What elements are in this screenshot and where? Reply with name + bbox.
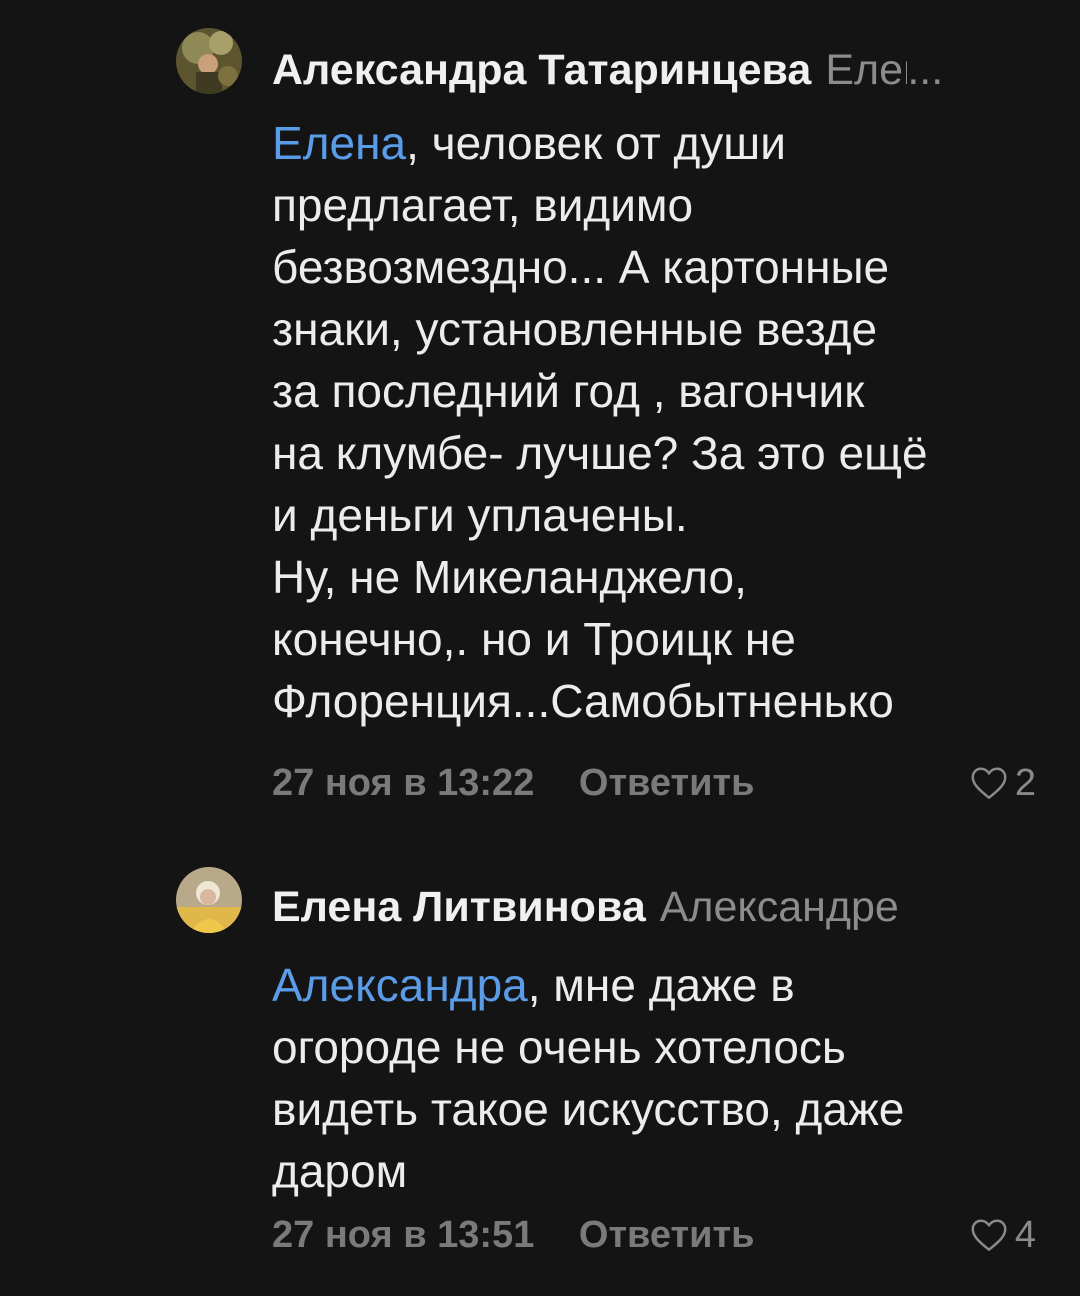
comment-line: и деньги уплачены. [272,489,688,541]
comment-line: предлагает, видимо [272,179,694,231]
reply-to-name[interactable]: Елена [825,45,907,95]
comment-text: Александра, мне даже в огороде не очень … [272,954,1042,1202]
comment-line: , человек от души [406,117,786,169]
reply-button[interactable]: Ответить [579,758,755,808]
mention-link[interactable]: Александра [272,959,528,1011]
comment-line: , мне даже в [527,959,795,1011]
comment-line: на клумбе- лучше? За это ещё [272,427,928,479]
comment-line: конечно,. но и Троицк не [272,613,796,665]
avatar-photo [176,867,242,933]
comment-line: Ну, не Микеланджело, [272,551,747,603]
reply-to-ellipsis: ... [907,46,944,94]
heart-outline-icon [971,767,1007,799]
mention-link[interactable]: Елена [272,117,406,169]
comment-line: знаки, установленные везде [272,303,878,355]
comment-header: Елена Литвинова Александре [272,882,1036,932]
timestamp[interactable]: 27 ноя в 13:22 [272,758,534,808]
like-count: 4 [1014,1214,1036,1256]
like-button[interactable]: 4 [969,1210,1036,1260]
like-count: 2 [1014,762,1036,804]
avatar[interactable] [176,867,242,933]
author-name[interactable]: Елена Литвинова [272,883,646,931]
avatar-photo [176,28,242,94]
reply-button[interactable]: Ответить [579,1210,755,1260]
reply-to-name[interactable]: Александре [660,883,899,931]
comment-line: видеть такое искусство, даже [272,1083,905,1135]
timestamp[interactable]: 27 ноя в 13:51 [272,1210,534,1260]
like-button[interactable]: 2 [969,758,1036,808]
comment-header: Александра Татаринцева Елена... [272,45,1036,95]
comment-meta: 27 ноя в 13:51 Ответить 4 [272,1210,1036,1260]
comment-meta: 27 ноя в 13:22 Ответить 2 [272,758,1036,808]
comment-line: за последний год , вагончик [272,365,865,417]
comment-text: Елена, человек от души предлагает, видим… [272,112,1042,732]
comment-line: безвозмездно... А картонные [272,241,890,293]
comment-line: даром [272,1145,408,1197]
heart-outline-icon [971,1219,1007,1251]
author-name[interactable]: Александра Татаринцева [272,46,811,94]
comment-line: Флоренция...Самобытненько [272,675,894,727]
avatar[interactable] [176,28,242,94]
comment-line: огороде не очень хотелось [272,1021,846,1073]
